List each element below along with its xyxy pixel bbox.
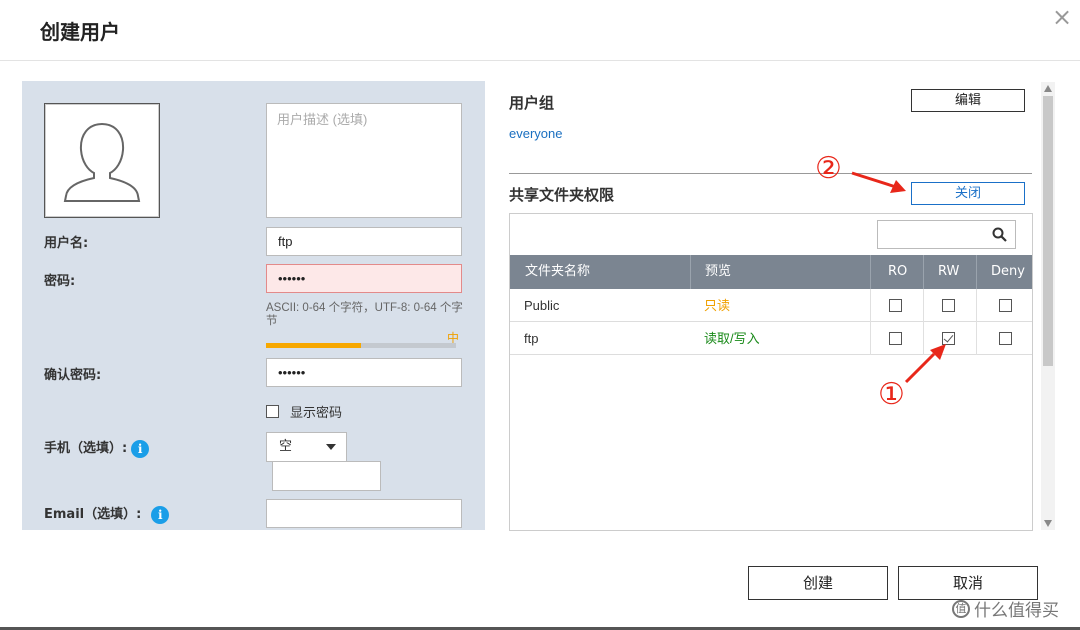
row-divider xyxy=(870,289,871,322)
row-divider xyxy=(976,322,977,355)
scroll-down-icon[interactable] xyxy=(1044,520,1052,527)
user-silhouette-icon xyxy=(63,122,141,202)
column-divider xyxy=(976,255,977,289)
phone-label: 手机（选填）: xyxy=(44,441,128,456)
email-input[interactable] xyxy=(266,499,462,528)
user-group-title: 用户组 xyxy=(509,94,555,112)
confirm-password-input[interactable]: •••••• xyxy=(266,358,462,387)
folder-name-cell: ftp xyxy=(524,331,539,346)
section-divider xyxy=(509,173,1032,174)
search-icon[interactable] xyxy=(992,227,1007,242)
close-permission-button[interactable]: 关闭 xyxy=(911,182,1025,205)
username-label: 用户名: xyxy=(44,236,89,251)
chevron-down-icon xyxy=(326,444,336,450)
dialog-title: 创建用户 xyxy=(40,20,120,44)
column-rw[interactable]: RW xyxy=(938,255,959,289)
watermark: 值 什么值得买 xyxy=(952,596,1059,621)
title-divider xyxy=(0,60,1080,61)
watermark-text: 什么值得买 xyxy=(974,601,1059,621)
column-divider xyxy=(690,255,691,289)
annotation-arrow-icon xyxy=(904,344,946,384)
column-folder-name[interactable]: 文件夹名称 xyxy=(525,255,590,289)
row-divider xyxy=(923,289,924,322)
password-strength-fill xyxy=(266,343,361,348)
show-password-checkbox[interactable] xyxy=(266,405,279,418)
info-icon[interactable]: i xyxy=(131,439,150,458)
preview-cell: 读取/写入 xyxy=(704,331,760,346)
rw-checkbox[interactable] xyxy=(942,299,955,312)
password-label: 密码: xyxy=(44,274,76,289)
info-icon[interactable]: i xyxy=(151,505,170,524)
edit-group-button[interactable]: 编辑 xyxy=(911,89,1025,112)
password-hint: ASCII: 0-64 个字符，UTF-8: 0-64 个字节 xyxy=(266,302,463,327)
password-strength-bar xyxy=(266,343,456,348)
folder-search-input[interactable] xyxy=(877,220,1016,249)
row-divider xyxy=(870,322,871,355)
description-textarea[interactable]: 用户描述 (选填) xyxy=(266,103,462,218)
deny-checkbox[interactable] xyxy=(999,299,1012,312)
show-password-label: 显示密码 xyxy=(290,406,343,421)
email-label: Email（选填）: xyxy=(44,507,142,522)
close-icon[interactable]: × xyxy=(1052,5,1072,29)
user-group-value: everyone xyxy=(509,126,563,141)
column-divider xyxy=(870,255,871,289)
password-input[interactable]: •••••• xyxy=(266,264,462,293)
email-label-row: Email（选填）: i xyxy=(44,503,170,524)
permission-table-panel: 文件夹名称 预览 RO RW Deny Public 只读 ftp 读取/写入 xyxy=(509,213,1033,531)
preview-cell: 只读 xyxy=(704,298,731,313)
deny-checkbox[interactable] xyxy=(999,332,1012,345)
table-row: ftp 读取/写入 xyxy=(510,322,1032,355)
confirm-password-label: 确认密码: xyxy=(44,368,102,383)
scroll-up-icon[interactable] xyxy=(1044,85,1052,92)
create-button[interactable]: 创建 xyxy=(748,566,888,600)
ro-checkbox[interactable] xyxy=(889,299,902,312)
watermark-logo-icon: 值 xyxy=(952,599,970,618)
share-permission-title: 共享文件夹权限 xyxy=(509,186,615,204)
column-preview[interactable]: 预览 xyxy=(705,255,731,289)
column-ro[interactable]: RO xyxy=(888,255,907,289)
username-input[interactable]: ftp xyxy=(266,227,462,256)
annotation-number-two: ② xyxy=(815,151,842,186)
scrollbar-thumb[interactable] xyxy=(1043,96,1053,366)
row-divider xyxy=(976,289,977,322)
phone-input[interactable] xyxy=(272,461,381,491)
scrollbar[interactable] xyxy=(1041,82,1055,530)
user-info-panel: 用户描述 (选填) 用户名: ftp 密码: •••••• ASCII: 0-6… xyxy=(22,81,485,530)
create-user-dialog: 创建用户 × 用户描述 (选填) 用户名: ftp 密码: •••••• ASC… xyxy=(0,0,1080,630)
phone-country-select[interactable]: 空 xyxy=(266,432,347,462)
table-row: Public 只读 xyxy=(510,289,1032,322)
phone-select-value: 空 xyxy=(279,439,293,454)
phone-label-row: 手机（选填）: i xyxy=(44,437,150,458)
column-deny[interactable]: Deny xyxy=(991,255,1025,289)
table-header: 文件夹名称 预览 RO RW Deny xyxy=(510,255,1032,289)
avatar[interactable] xyxy=(44,103,160,218)
show-password-toggle[interactable]: 显示密码 xyxy=(266,402,342,421)
cancel-button[interactable]: 取消 xyxy=(898,566,1038,600)
folder-name-cell: Public xyxy=(524,298,560,313)
annotation-arrow-icon xyxy=(851,171,906,193)
column-divider xyxy=(923,255,924,289)
